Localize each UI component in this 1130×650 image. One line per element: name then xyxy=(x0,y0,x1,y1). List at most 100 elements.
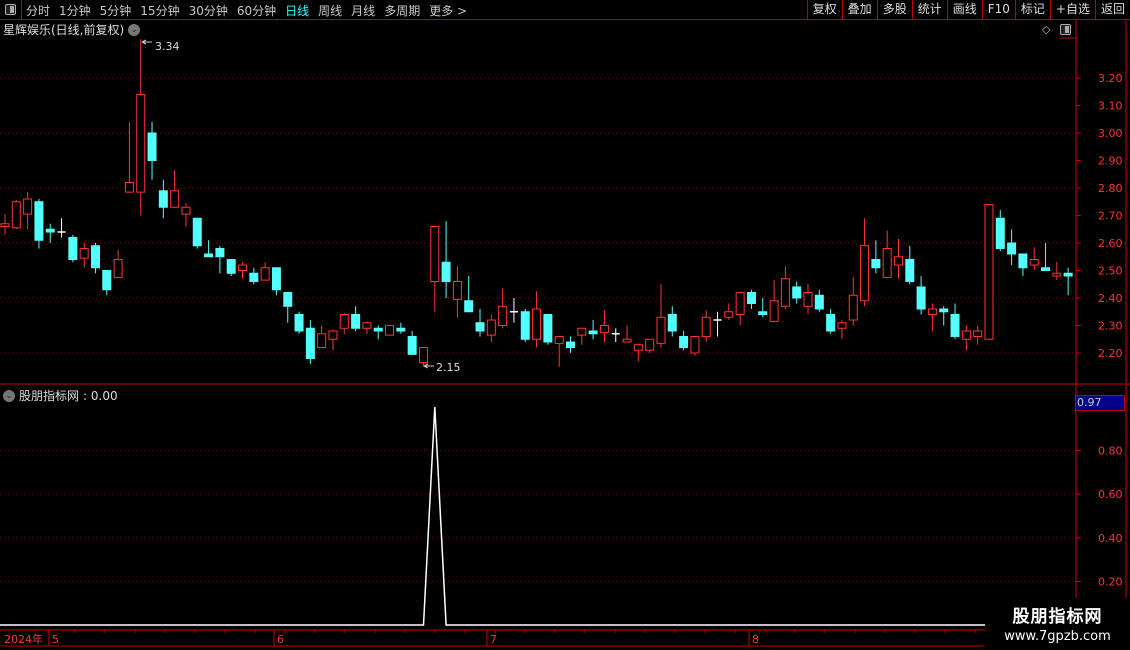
candle-body xyxy=(113,259,123,278)
candle-body xyxy=(158,190,168,208)
candle-body xyxy=(984,204,994,340)
candle xyxy=(441,221,451,298)
kline-chart[interactable]: 3.20 3.10 3.00 2.90 2.80 2.70 2.60 2.50 2.40 2.30… xyxy=(0,0,1130,650)
candle-body xyxy=(339,314,349,329)
watermark-url: www.7gpzb.com xyxy=(1004,629,1111,644)
candle-body xyxy=(283,292,293,307)
candle-body xyxy=(905,259,915,282)
candle xyxy=(362,321,372,334)
candle-body xyxy=(758,311,768,315)
candle xyxy=(611,328,620,342)
indicator-tick-label: 0.40 xyxy=(1098,532,1123,545)
candle-body xyxy=(249,272,259,282)
candle-body xyxy=(294,314,304,332)
candle-body xyxy=(373,327,383,332)
candle-body xyxy=(136,94,146,193)
month-label: 8 xyxy=(752,633,759,646)
price-tick-label: 2.80 xyxy=(1098,182,1123,195)
candle-body xyxy=(452,281,462,300)
candle-body xyxy=(860,245,870,302)
candle-body xyxy=(68,237,78,260)
indicator-tick-label: 0.60 xyxy=(1098,488,1123,501)
candle xyxy=(893,238,903,279)
candle-body xyxy=(916,286,926,310)
price-tick-label: 3.10 xyxy=(1098,100,1123,113)
month-label: 7 xyxy=(490,633,497,646)
candle xyxy=(238,262,248,279)
candle-body xyxy=(498,305,508,326)
candle-body xyxy=(464,300,474,313)
candle xyxy=(23,192,33,230)
candle-body xyxy=(543,314,553,343)
candle-body xyxy=(305,327,315,359)
price-tick-label: 2.70 xyxy=(1098,210,1123,223)
high-arrow-icon xyxy=(141,39,152,45)
indicator-tick-label: 0.20 xyxy=(1098,575,1123,588)
candle-body xyxy=(430,226,440,282)
candle xyxy=(226,259,236,276)
candle-body xyxy=(792,286,802,299)
candle xyxy=(328,329,338,351)
candle xyxy=(746,289,756,309)
candle xyxy=(249,267,259,285)
candle xyxy=(566,336,575,353)
candle xyxy=(1052,262,1062,281)
candle-body xyxy=(45,228,55,233)
candle xyxy=(905,245,915,285)
candle xyxy=(260,262,270,281)
candle-body xyxy=(362,322,372,329)
candle-body xyxy=(102,270,112,291)
candle-body xyxy=(724,311,734,318)
candle-body xyxy=(735,292,745,315)
candle xyxy=(351,306,361,331)
candle xyxy=(939,306,949,326)
candle-body xyxy=(690,336,700,354)
candle xyxy=(215,245,225,274)
candle-body xyxy=(961,330,971,340)
candle-body xyxy=(554,336,564,344)
candle xyxy=(984,204,994,340)
candle xyxy=(633,343,643,362)
candle xyxy=(396,322,406,334)
candle xyxy=(927,303,937,331)
candle-body xyxy=(204,253,214,258)
candle xyxy=(34,199,44,249)
candle xyxy=(317,325,327,348)
candle-body xyxy=(633,344,643,351)
candle-body xyxy=(939,308,949,313)
candle xyxy=(1007,229,1017,265)
candle xyxy=(803,284,813,315)
candle xyxy=(780,266,790,309)
candle-body xyxy=(226,259,236,274)
candle-body xyxy=(814,294,824,310)
candle-body xyxy=(215,248,225,258)
high-price-label: 3.34 xyxy=(155,40,180,53)
candle xyxy=(871,240,881,274)
candle-body xyxy=(871,259,881,269)
candle-body xyxy=(927,308,937,315)
candle-body xyxy=(147,132,157,161)
candle xyxy=(814,289,824,312)
candle-body xyxy=(803,292,813,307)
candle xyxy=(147,122,157,180)
candle xyxy=(701,310,711,342)
candle xyxy=(57,218,66,238)
candle xyxy=(645,338,655,353)
candle xyxy=(339,313,349,334)
indicator-tick-label: 0.80 xyxy=(1098,445,1123,458)
candle xyxy=(385,325,395,336)
candle-body xyxy=(181,206,191,215)
candle-body xyxy=(1041,267,1051,271)
price-tick-label: 2.20 xyxy=(1098,347,1123,360)
watermark-title: 股朋指标网 xyxy=(1012,607,1103,627)
candle xyxy=(418,347,428,367)
candle xyxy=(520,309,530,342)
candle-body xyxy=(418,347,428,364)
candle-body xyxy=(973,330,983,337)
candle-body xyxy=(645,338,655,351)
candle-body xyxy=(882,248,892,278)
candle-body xyxy=(396,327,406,332)
year-label: 2024年 xyxy=(4,632,43,646)
candle xyxy=(0,214,10,235)
price-tick-label: 2.40 xyxy=(1098,292,1123,305)
